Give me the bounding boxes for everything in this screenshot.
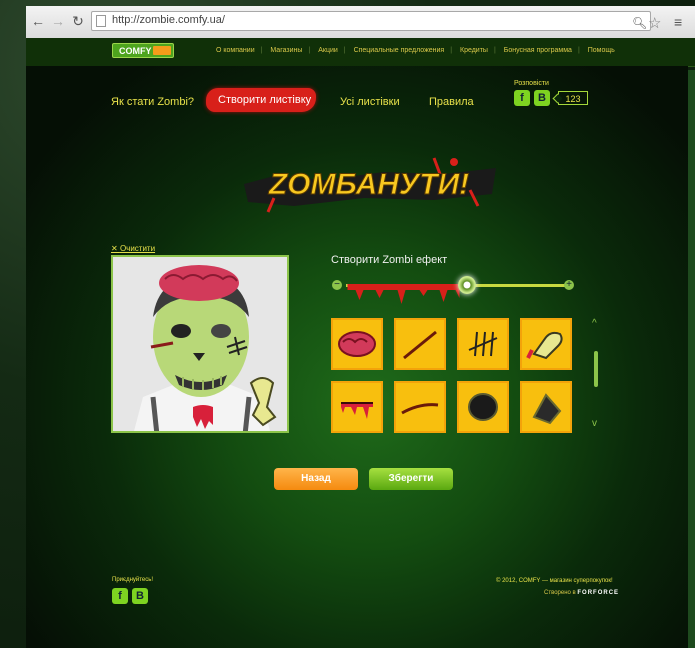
- cut-icon: [401, 403, 439, 415]
- nav-separator: |: [260, 47, 263, 54]
- tab-all-cards[interactable]: Усі листівки: [340, 96, 400, 108]
- facebook-share-button[interactable]: f: [514, 90, 530, 106]
- zombie-face-image: [113, 257, 287, 431]
- nav-link-bonus[interactable]: Бонусная программа: [504, 47, 572, 54]
- stickers-scroll-down-button[interactable]: v: [592, 418, 597, 429]
- clear-label: Очистити: [119, 244, 156, 253]
- sticker-hole[interactable]: [457, 381, 509, 433]
- footer-copyright: © 2012, COMFY — магазин суперпокупок!: [496, 578, 613, 584]
- back-arrow-icon[interactable]: ←: [30, 13, 46, 29]
- footer-made-by: Створено в FORFORCE: [544, 590, 619, 596]
- address-bar[interactable]: http://zombie.comfy.ua/: [91, 11, 651, 31]
- tab-create[interactable]: Створити листівку: [206, 88, 316, 112]
- clear-link[interactable]: ✕ Очистити: [111, 244, 155, 253]
- save-button[interactable]: Зберегти: [369, 468, 453, 490]
- forforce-logo[interactable]: FORFORCE: [577, 590, 619, 596]
- tab-how-to[interactable]: Як стати Zombi?: [111, 96, 194, 108]
- dark-wound-icon: [532, 393, 562, 425]
- nav-separator: |: [343, 47, 346, 54]
- main-content: Як стати Zombi? Створити листівку Усі ли…: [26, 66, 688, 648]
- bone-hand-icon: [526, 331, 563, 360]
- logo-flag-icon: [153, 46, 171, 55]
- url-text: http://zombie.comfy.ua/: [112, 14, 225, 26]
- nav-link-company[interactable]: О компании: [216, 47, 255, 54]
- tab-create-label: Створити листівку: [218, 94, 312, 106]
- menu-icon[interactable]: ≡: [674, 14, 682, 30]
- nav-separator: |: [308, 47, 311, 54]
- stickers-scroll-up-button[interactable]: ^: [592, 318, 597, 329]
- hole-icon: [468, 393, 498, 421]
- nav-link-promos[interactable]: Акции: [318, 47, 338, 54]
- brain-icon: [338, 331, 376, 357]
- wound-line-icon: [403, 330, 437, 360]
- zombie-photo-canvas[interactable]: [111, 255, 289, 433]
- nav-link-help[interactable]: Помощь: [588, 47, 615, 54]
- effect-slider-handle[interactable]: [458, 276, 476, 294]
- join-label: Приєднуйтесь!: [112, 577, 154, 583]
- footer-vk-button[interactable]: B: [132, 588, 148, 604]
- sticker-stitches[interactable]: [457, 318, 509, 370]
- sticker-brain[interactable]: [331, 318, 383, 370]
- footer-facebook-button[interactable]: f: [112, 588, 128, 604]
- nav-separator: |: [493, 47, 496, 54]
- back-button[interactable]: Назад: [274, 468, 358, 490]
- sticker-dark-wound[interactable]: [520, 381, 572, 433]
- sticker-bloody-slash[interactable]: [331, 381, 383, 433]
- nav-separator: |: [577, 47, 580, 54]
- nav-separator: |: [450, 47, 453, 54]
- comfy-logo[interactable]: COMFY: [112, 43, 174, 58]
- title-text: ZOMБАНУТИ!: [268, 168, 469, 201]
- nav-link-stores[interactable]: Магазины: [270, 47, 302, 54]
- nav-link-credits[interactable]: Кредиты: [460, 47, 488, 54]
- zoom-icon[interactable]: 🔍︎: [632, 16, 647, 30]
- background-edge: [688, 70, 695, 648]
- site-nav: COMFY О компании | Магазины | Акции | Специ…: [26, 38, 695, 67]
- effect-label: Створити Zombi ефект: [331, 254, 448, 266]
- sticker-bone-hand[interactable]: [520, 318, 572, 370]
- share-count-badge: 123: [558, 91, 588, 105]
- vk-share-button[interactable]: B: [534, 90, 550, 106]
- forward-arrow-icon[interactable]: →: [50, 13, 66, 29]
- title-logo: ZOMБАНУТИ!: [244, 157, 496, 213]
- sticker-wound-line[interactable]: [394, 318, 446, 370]
- bookmark-star-icon[interactable]: ☆: [648, 14, 661, 32]
- made-by-prefix: Створено в: [544, 590, 576, 596]
- stitches-icon: [468, 331, 498, 357]
- tab-rules[interactable]: Правила: [429, 96, 474, 108]
- effect-slider-fill: [347, 284, 466, 304]
- page-icon: [96, 15, 106, 27]
- reload-icon[interactable]: ↻: [70, 13, 86, 29]
- share-label: Розповісти: [514, 80, 549, 87]
- nav-link-special[interactable]: Специальные предложения: [354, 47, 445, 54]
- bloody-slash-icon: [341, 402, 373, 419]
- effect-plus-button[interactable]: +: [564, 280, 574, 290]
- nav-links: О компании | Магазины | Акции | Специальные…: [216, 47, 621, 54]
- effect-minus-button[interactable]: −: [332, 280, 342, 290]
- browser-toolbar: ← → ↻ http://zombie.comfy.ua/ 🔍︎ ☆ ≡: [26, 6, 695, 39]
- sticker-cut[interactable]: [394, 381, 446, 433]
- stickers-scrollbar[interactable]: [594, 351, 598, 387]
- logo-text: COMFY: [119, 46, 152, 56]
